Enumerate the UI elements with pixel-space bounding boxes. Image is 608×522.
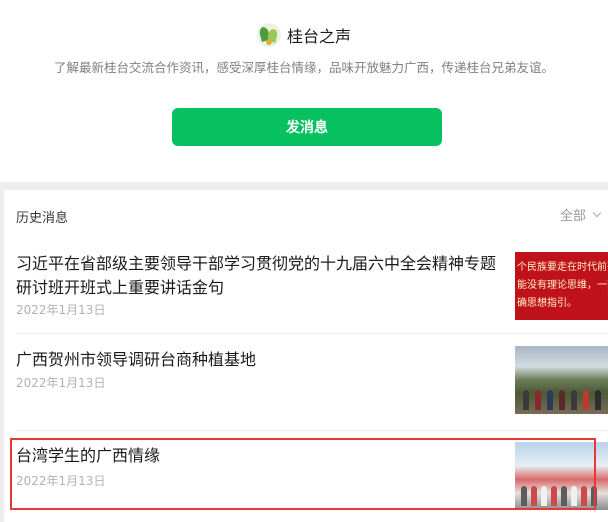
chevron-down-icon [592, 208, 602, 218]
filter-label: 全部 [559, 209, 586, 224]
history-header: 历史消息 全部 [4, 190, 608, 238]
account-row: 桂台之声 [0, 22, 608, 48]
article-date: 2022年1月13日 [16, 303, 106, 317]
account-name[interactable]: 桂台之声 [287, 23, 351, 47]
account-logo-icon[interactable] [256, 23, 281, 47]
thumbnail-text-line: 能没有理论思维，一刻 [517, 280, 608, 291]
send-message-button[interactable]: 发消息 [172, 108, 442, 146]
account-header: 桂台之声 了解最新桂台交流合作资讯，感受深厚桂台情缘，品味开放魅力广西，传递桂台… [0, 0, 608, 182]
article-item[interactable]: 习近平在省部级主要领导干部学习贯彻党的十九届六中全会精神专题研讨班开班式上重要讲… [4, 246, 608, 336]
article-title: 广西贺州市领导调研台商种植基地 [16, 350, 257, 369]
article-thumbnail [515, 346, 608, 414]
divider [16, 430, 608, 431]
article-date: 2022年1月13日 [16, 376, 106, 390]
account-intro: 了解最新桂台交流合作资讯，感受深厚桂台情缘，品味开放魅力广西，传递桂台兄弟友谊。 [53, 60, 554, 75]
thumbnail-text-line: 确思想指引。 [517, 298, 577, 309]
divider [16, 333, 608, 334]
article-item[interactable]: 广西贺州市领导调研台商种植基地 2022年1月13日 [4, 340, 608, 430]
history-title: 历史消息 [16, 211, 69, 226]
selection-highlight [10, 438, 596, 510]
filter-dropdown[interactable]: 全部 [559, 205, 602, 224]
article-thumbnail: 个民族要走在时代前列 能没有理论思维，一刻 确思想指引。 [515, 252, 608, 320]
article-title: 习近平在省部级主要领导干部学习贯彻党的十九届六中全会精神专题研讨班开班式上重要讲… [16, 254, 497, 297]
thumbnail-text-line: 个民族要走在时代前列 [517, 262, 608, 273]
